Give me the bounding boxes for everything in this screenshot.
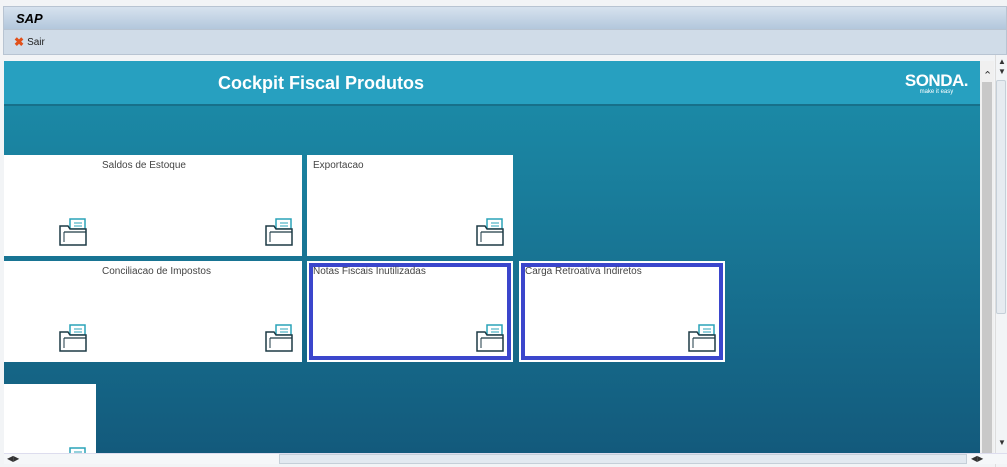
scroll-left-icon[interactable]: ◀▶ <box>7 454 19 463</box>
tile[interactable]: Carga Retroativa Indiretos <box>519 261 725 362</box>
outer-scroll-thumb[interactable] <box>996 80 1006 314</box>
tile[interactable] <box>4 155 96 256</box>
tile[interactable]: Exportacao <box>307 155 513 256</box>
tile-label: Exportacao <box>313 160 364 171</box>
exit-button[interactable]: ✖ Sair <box>14 35 45 49</box>
tile[interactable] <box>4 384 96 453</box>
folder-document-icon <box>475 324 505 352</box>
tile-label: Saldos de Estoque <box>102 160 186 171</box>
folder-document-icon <box>58 218 88 246</box>
tile-label: Carga Retroativa Indiretos <box>525 266 642 277</box>
folder-document-icon <box>475 218 505 246</box>
folder-document-icon <box>264 218 294 246</box>
horizontal-scroll-thumb[interactable] <box>279 454 967 464</box>
window-title: SAP <box>16 11 43 26</box>
sonda-logo: SONDA. make it easy <box>904 71 969 95</box>
exit-label: Sair <box>27 36 45 48</box>
tile-label: Notas Fiscais Inutilizadas <box>313 266 426 277</box>
tile[interactable]: Saldos de Estoque <box>96 155 302 256</box>
cockpit-content: Cockpit Fiscal Produtos SONDA. make it ea… <box>4 61 980 453</box>
tile[interactable]: Conciliacao de Impostos <box>96 261 302 362</box>
scroll-up-icon[interactable]: ▲ <box>998 57 1006 66</box>
scroll-down-icon[interactable]: ▼ <box>998 438 1006 447</box>
sap-title-bar: SAP <box>3 6 1007 30</box>
folder-document-icon <box>58 324 88 352</box>
close-icon: ✖ <box>14 35 25 49</box>
page-title: Cockpit Fiscal Produtos <box>218 73 425 93</box>
scroll-right-icon[interactable]: ◀▶ <box>971 454 983 463</box>
inner-scroll-thumb[interactable] <box>982 82 992 453</box>
folder-document-icon <box>687 324 717 352</box>
tile[interactable] <box>4 261 96 362</box>
tile[interactable]: Notas Fiscais Inutilizadas <box>307 261 513 362</box>
toolbar: ✖ Sair <box>3 30 1007 55</box>
page-header: Cockpit Fiscal Produtos SONDA. make it ea… <box>4 61 980 106</box>
folder-document-icon <box>264 324 294 352</box>
scroll-down-icon[interactable]: ▼ <box>998 67 1006 76</box>
tile-label: Conciliacao de Impostos <box>102 266 211 277</box>
